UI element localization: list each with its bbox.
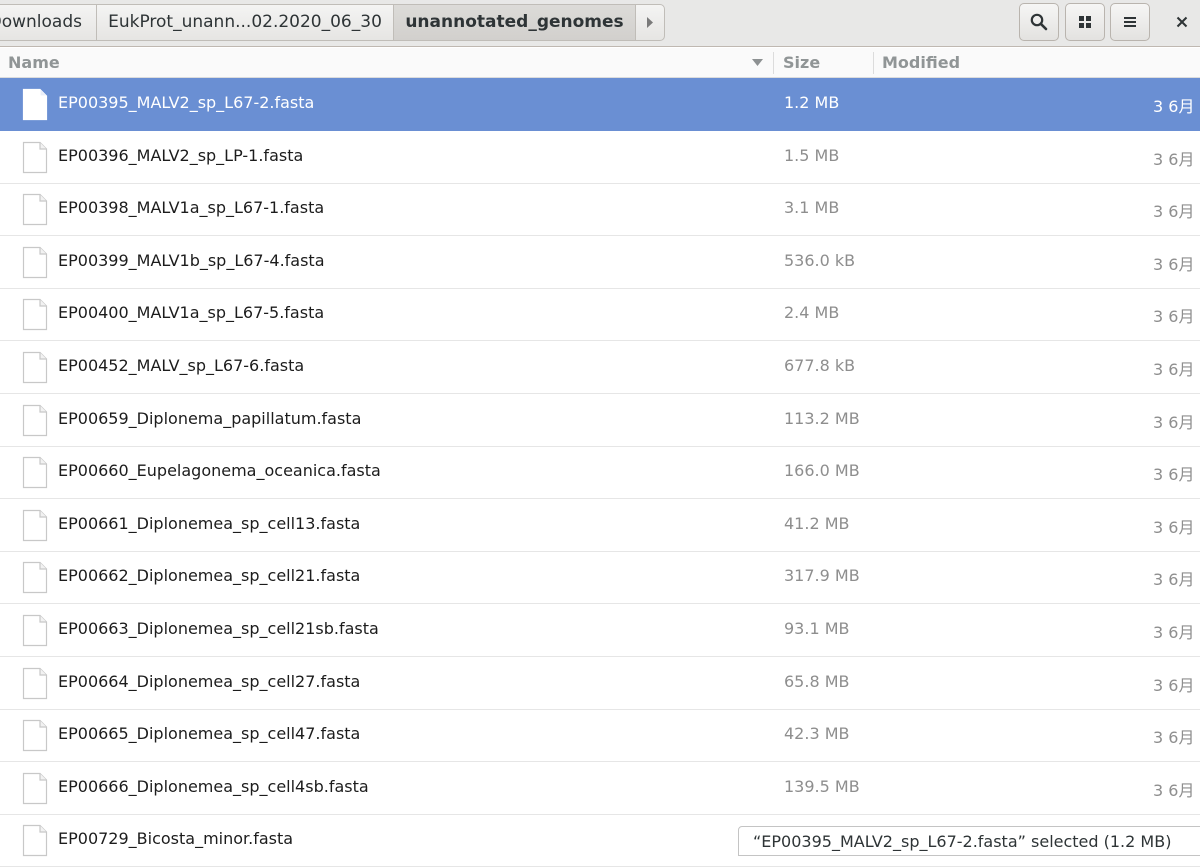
file-name: EP00660_Eupelagonema_oceanica.fasta	[58, 461, 381, 480]
file-icon	[22, 404, 48, 437]
file-list: EP00395_MALV2_sp_L67-2.fasta 1.2 MB 3 6月 EP…	[0, 78, 1200, 867]
file-size: 93.1 MB	[784, 619, 850, 638]
column-separator[interactable]	[873, 52, 874, 74]
file-row[interactable]: EP00400_MALV1a_sp_L67-5.fasta 2.4 MB 3 6月	[0, 288, 1200, 341]
file-size: 536.0 kB	[784, 251, 856, 270]
file-size: 42.3 MB	[784, 724, 850, 743]
column-header-name[interactable]: Name	[8, 53, 60, 72]
file-name: EP00452_MALV_sp_L67-6.fasta	[58, 356, 305, 375]
file-modified: 3 6月	[1153, 202, 1195, 221]
column-header-modified[interactable]: Modified	[882, 53, 960, 72]
file-size: 1.2 MB	[784, 93, 840, 112]
file-modified: 3 6月	[1153, 676, 1195, 695]
file-icon	[22, 246, 48, 279]
file-name: EP00663_Diplonemea_sp_cell21sb.fasta	[58, 619, 379, 638]
breadcrumb-downloads[interactable]: Downloads	[0, 4, 97, 41]
file-row[interactable]: EP00666_Diplonemea_sp_cell4sb.fasta 139.5…	[0, 762, 1200, 815]
file-row[interactable]: EP00399_MALV1b_sp_L67-4.fasta 536.0 kB 3 6…	[0, 236, 1200, 289]
file-row[interactable]: EP00659_Diplonema_papillatum.fasta 113.2 …	[0, 394, 1200, 447]
file-icon	[22, 614, 48, 647]
file-icon	[22, 667, 48, 700]
file-name: EP00400_MALV1a_sp_L67-5.fasta	[58, 303, 325, 322]
file-name: EP00661_Diplonemea_sp_cell13.fasta	[58, 514, 361, 533]
file-icon	[22, 561, 48, 594]
file-modified: 3 6月	[1153, 307, 1195, 326]
file-modified: 3 6月	[1153, 255, 1195, 274]
file-size: 113.2 MB	[784, 409, 860, 428]
file-icon	[22, 509, 48, 542]
header-bar: Downloads EukProt_unann...02.2020_06_30 …	[0, 0, 1200, 47]
breadcrumb-label: EukProt_unann...02.2020_06_30	[108, 12, 382, 32]
file-modified: 3 6月	[1153, 465, 1195, 484]
file-size: 1.5 MB	[784, 146, 840, 165]
column-header: Name Size Modified	[0, 48, 1200, 78]
file-modified: 3 6月	[1153, 150, 1195, 169]
column-separator[interactable]	[773, 52, 774, 74]
file-icon	[22, 824, 48, 857]
file-name: EP00666_Diplonemea_sp_cell4sb.fasta	[58, 777, 369, 796]
search-button[interactable]	[1019, 3, 1059, 41]
breadcrumb-forward-button[interactable]	[635, 4, 665, 41]
file-row[interactable]: EP00662_Diplonemea_sp_cell21.fasta 317.9 …	[0, 551, 1200, 604]
file-modified: 3 6月	[1153, 570, 1195, 589]
file-modified: 3 6月	[1153, 623, 1195, 642]
file-icon	[22, 298, 48, 331]
file-name: EP00659_Diplonema_papillatum.fasta	[58, 409, 362, 428]
file-icon	[22, 193, 48, 226]
file-row[interactable]: EP00660_Eupelagonema_oceanica.fasta 166.0…	[0, 446, 1200, 499]
selection-status-text: “EP00395_MALV2_sp_L67-2.fasta” selected …	[753, 832, 1172, 851]
grid-view-button[interactable]	[1065, 3, 1105, 41]
file-row[interactable]: EP00398_MALV1a_sp_L67-1.fasta 3.1 MB 3 6月	[0, 183, 1200, 236]
hamburger-menu-icon	[1124, 17, 1136, 27]
file-icon	[22, 772, 48, 805]
file-name: EP00395_MALV2_sp_L67-2.fasta	[58, 93, 315, 112]
file-name: EP00398_MALV1a_sp_L67-1.fasta	[58, 198, 325, 217]
sort-descending-icon[interactable]	[752, 59, 763, 66]
file-modified: 3 6月	[1153, 518, 1195, 537]
file-size: 2.4 MB	[784, 303, 840, 322]
file-icon	[22, 351, 48, 384]
search-icon	[1030, 13, 1048, 31]
column-header-size[interactable]: Size	[783, 53, 820, 72]
chevron-right-icon	[647, 17, 653, 28]
file-size: 677.8 kB	[784, 356, 856, 375]
file-row[interactable]: EP00663_Diplonemea_sp_cell21sb.fasta 93.1…	[0, 604, 1200, 657]
file-name: EP00399_MALV1b_sp_L67-4.fasta	[58, 251, 325, 270]
file-row[interactable]: EP00452_MALV_sp_L67-6.fasta 677.8 kB 3 6月	[0, 341, 1200, 394]
file-row[interactable]: EP00396_MALV2_sp_LP-1.fasta 1.5 MB 3 6月	[0, 131, 1200, 184]
close-button[interactable]	[1163, 3, 1200, 41]
breadcrumb-eukprot-folder[interactable]: EukProt_unann...02.2020_06_30	[96, 4, 394, 41]
file-size: 166.0 MB	[784, 461, 860, 480]
file-modified: 3 6月	[1153, 360, 1195, 379]
file-size: 3.1 MB	[784, 198, 840, 217]
file-icon	[22, 141, 48, 174]
file-icon	[22, 88, 48, 121]
file-row[interactable]: EP00661_Diplonemea_sp_cell13.fasta 41.2 M…	[0, 499, 1200, 552]
file-modified: 3 6月	[1153, 97, 1195, 116]
file-modified: 3 6月	[1153, 781, 1195, 800]
grid-view-icon	[1079, 16, 1091, 28]
file-modified: 3 6月	[1153, 413, 1195, 432]
file-modified: 3 6月	[1153, 728, 1195, 747]
file-name: EP00664_Diplonemea_sp_cell27.fasta	[58, 672, 361, 691]
menu-button[interactable]	[1110, 3, 1150, 41]
file-size: 139.5 MB	[784, 777, 860, 796]
file-icon	[22, 719, 48, 752]
selection-status-overlay: “EP00395_MALV2_sp_L67-2.fasta” selected …	[738, 826, 1200, 856]
file-name: EP00665_Diplonemea_sp_cell47.fasta	[58, 724, 361, 743]
file-row[interactable]: EP00395_MALV2_sp_L67-2.fasta 1.2 MB 3 6月	[0, 78, 1200, 131]
close-icon	[1176, 16, 1187, 28]
file-name: EP00396_MALV2_sp_LP-1.fasta	[58, 146, 304, 165]
breadcrumb-label: unannotated_genomes	[405, 12, 624, 32]
file-row[interactable]: EP00665_Diplonemea_sp_cell47.fasta 42.3 M…	[0, 709, 1200, 762]
file-name: EP00662_Diplonemea_sp_cell21.fasta	[58, 566, 361, 585]
file-icon	[22, 456, 48, 489]
file-size: 41.2 MB	[784, 514, 850, 533]
file-size: 317.9 MB	[784, 566, 860, 585]
breadcrumb-label: Downloads	[0, 12, 82, 32]
breadcrumb-unannotated-genomes[interactable]: unannotated_genomes	[393, 4, 636, 41]
file-size: 65.8 MB	[784, 672, 850, 691]
file-name: EP00729_Bicosta_minor.fasta	[58, 829, 294, 848]
file-row[interactable]: EP00664_Diplonemea_sp_cell27.fasta 65.8 M…	[0, 657, 1200, 710]
